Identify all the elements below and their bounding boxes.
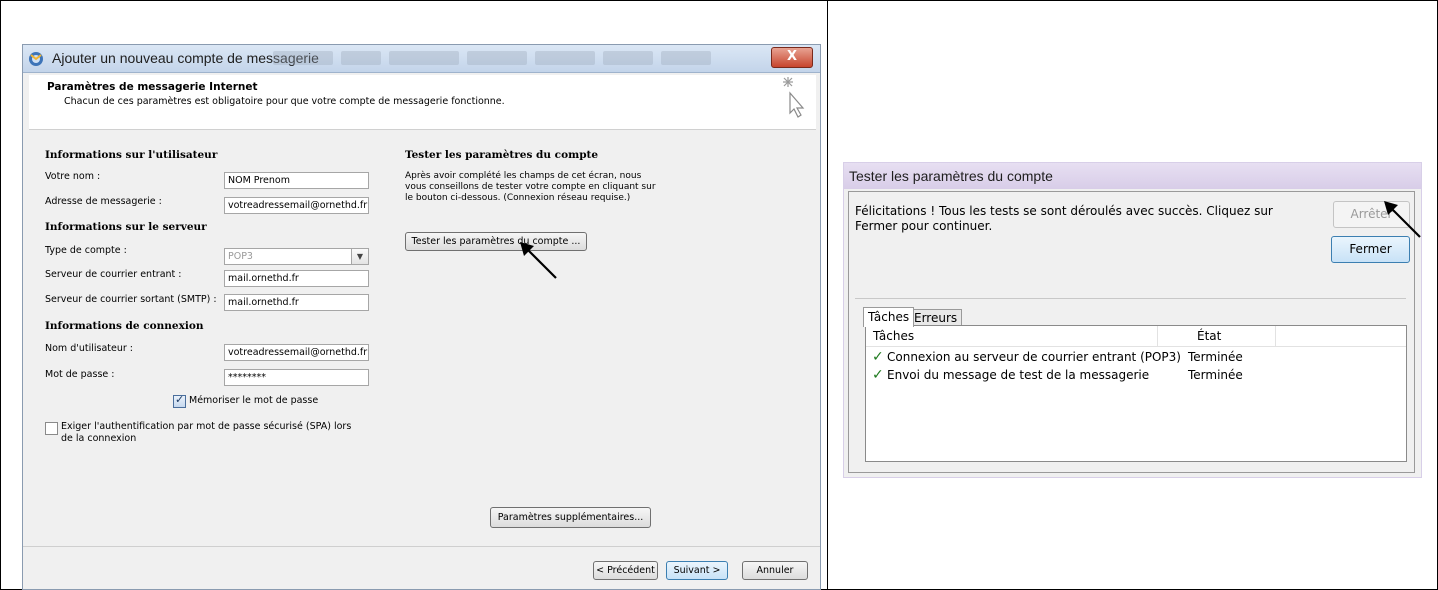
background-taskbar-ghost — [273, 51, 793, 67]
email-label: Adresse de messagerie : — [45, 196, 162, 207]
wizard-cursor-icon — [783, 77, 805, 118]
account-type-label: Type de compte : — [45, 245, 127, 256]
task-state: Terminée — [1188, 368, 1243, 382]
test-info-text: Après avoir complété les champs de cet é… — [405, 171, 656, 203]
task-name: Envoi du message de test de la messageri… — [887, 368, 1150, 382]
username-field[interactable]: votreadressemail@ornethd.fr — [224, 344, 369, 361]
more-settings-button[interactable]: Paramètres supplémentaires... — [490, 507, 651, 528]
back-button[interactable]: < Précédent — [593, 561, 658, 580]
incoming-server-label: Serveur de courrier entrant : — [45, 269, 182, 280]
panel-divider — [827, 0, 828, 590]
name-field[interactable]: NOM Prenom — [224, 172, 369, 189]
password-field[interactable]: ******** — [224, 369, 369, 386]
spa-checkbox[interactable] — [45, 422, 58, 435]
username-label: Nom d'utilisateur : — [45, 343, 133, 354]
account-type-value: POP3 — [228, 251, 253, 262]
password-label: Mot de passe : — [45, 369, 115, 380]
tab-errors[interactable]: Erreurs — [909, 309, 963, 326]
outgoing-server-label: Serveur de courrier sortant (SMTP) : — [45, 294, 217, 305]
user-section-title: Informations sur l'utilisateur — [45, 149, 218, 161]
outlook-icon — [29, 52, 43, 66]
column-header-state[interactable]: État — [1197, 329, 1221, 343]
test-settings-dialog: Tester les paramètres du compte Félicita… — [843, 162, 1422, 478]
checkmark-icon: ✓ — [872, 367, 884, 383]
test-dialog-panel: Félicitations ! Tous les tests se sont d… — [848, 191, 1415, 473]
test-section-title: Tester les paramètres du compte — [405, 149, 599, 161]
column-divider — [1275, 326, 1276, 346]
dialog-titlebar: Ajouter un nouveau compte de messagerie … — [23, 45, 820, 73]
outgoing-server-field[interactable]: mail.ornethd.fr — [224, 294, 369, 311]
tasks-list: Tâches État ✓ Connexion au serveur de co… — [865, 325, 1407, 462]
login-section-title: Informations de connexion — [45, 320, 204, 332]
add-account-dialog: Ajouter un nouveau compte de messagerie … — [22, 44, 821, 590]
footer-separator — [23, 546, 820, 547]
remember-password-checkbox[interactable]: ✓ — [173, 393, 186, 408]
column-header-tasks[interactable]: Tâches — [873, 329, 914, 343]
chevron-down-icon[interactable]: ▼ — [351, 249, 368, 264]
incoming-server-field[interactable]: mail.ornethd.fr — [224, 270, 369, 287]
success-message: Félicitations ! Tous les tests se sont d… — [855, 204, 1273, 233]
spa-label-line2: de la connexion — [61, 433, 137, 444]
next-button[interactable]: Suivant > — [666, 561, 728, 580]
task-name: Connexion au serveur de courrier entrant… — [887, 350, 1181, 364]
checkmark-icon: ✓ — [872, 349, 884, 365]
pointer-arrow-icon — [1384, 201, 1421, 238]
spa-label-line1: Exiger l'authentification par mot de pas… — [61, 421, 352, 432]
test-dialog-title: Tester les paramètres du compte — [849, 168, 1053, 184]
name-label: Votre nom : — [45, 171, 101, 182]
remember-password-label: Mémoriser le mot de passe — [189, 395, 319, 406]
table-row[interactable]: ✓ Connexion au serveur de courrier entra… — [866, 349, 1406, 367]
tab-tasks[interactable]: Tâches — [863, 307, 915, 327]
task-state: Terminée — [1188, 350, 1243, 364]
dialog-separator — [855, 298, 1406, 299]
pointer-arrow-icon — [520, 242, 557, 279]
server-section-title: Informations sur le serveur — [45, 221, 207, 233]
dialog-header: Paramètres de messagerie Internet Chacun… — [29, 75, 816, 130]
email-field[interactable]: votreadressemail@ornethd.fr — [224, 197, 369, 214]
test-dialog-titlebar: Tester les paramètres du compte — [844, 163, 1421, 189]
cancel-button[interactable]: Annuler — [742, 561, 808, 580]
account-type-select[interactable]: POP3 ▼ — [224, 248, 369, 265]
header-subtitle: Chacun de ces paramètres est obligatoire… — [64, 96, 505, 107]
header-title: Paramètres de messagerie Internet — [47, 81, 258, 93]
column-divider — [1157, 326, 1158, 346]
tasks-list-header: Tâches État — [866, 326, 1406, 347]
table-row[interactable]: ✓ Envoi du message de test de la message… — [866, 367, 1406, 385]
checkmark-icon: ✓ — [175, 393, 185, 406]
close-button[interactable]: X — [771, 47, 813, 68]
